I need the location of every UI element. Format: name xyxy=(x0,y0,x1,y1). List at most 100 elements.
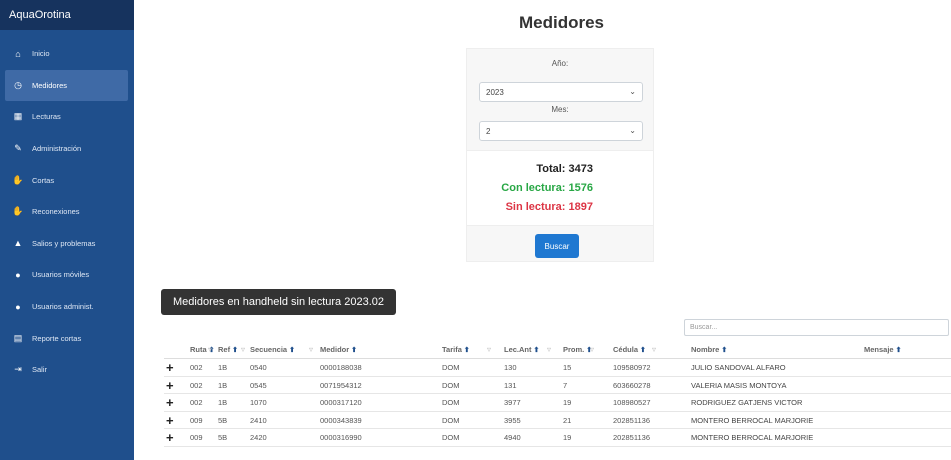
filter-icon[interactable]: ▿ xyxy=(309,341,313,358)
column-header[interactable]: Prom. ⬆ xyxy=(563,341,592,359)
column-header[interactable]: Secuencia ⬆ xyxy=(250,341,295,359)
column-header-label: Ruta xyxy=(190,345,207,354)
month-label: Mes: xyxy=(551,105,569,114)
column-header-label: Lec.Ant xyxy=(504,345,532,354)
sidebar-item-cortas[interactable]: ✋ Cortas xyxy=(0,164,134,196)
month-select[interactable]: 2 ⌄ xyxy=(479,121,643,141)
sidebar-item-reconexiones[interactable]: ✋ Reconexiones xyxy=(0,196,134,228)
expand-row-icon[interactable]: + xyxy=(166,359,174,376)
pencil-icon: ✎ xyxy=(14,143,22,154)
column-header[interactable]: Tarifa ⬆ xyxy=(442,341,470,359)
table-row: +002 1B 0545 0071954312 DOM 131 7 603660278 VALE… xyxy=(164,377,951,395)
column-header[interactable]: Nombre ⬆ xyxy=(691,341,727,359)
table-cell-prom: 21 xyxy=(563,415,572,425)
table-cell-secuencia: 2410 xyxy=(250,415,267,425)
column-header[interactable]: Cédula ⬆ xyxy=(613,341,646,359)
column-header[interactable]: Ref ⬆ xyxy=(218,341,238,359)
user-icon: ● xyxy=(15,269,21,280)
column-header[interactable]: Mensaje ⬆ xyxy=(864,341,901,359)
sidebar-item-label: Medidores xyxy=(32,80,68,90)
table-cell-nombre: MONTERO BERROCAL MARJORIE xyxy=(691,415,814,425)
table-cell-secuencia: 1070 xyxy=(250,398,267,408)
column-header[interactable]: Medidor ⬆ xyxy=(320,341,357,359)
table-cell-cdula: 109580972 xyxy=(613,363,651,372)
filter-icon[interactable]: ▿ xyxy=(590,341,594,358)
month-select-value: 2 xyxy=(486,127,491,136)
brand-title[interactable]: AquaOrotina xyxy=(0,0,134,30)
filter-icon[interactable]: ▿ xyxy=(241,341,245,358)
table-cell-tarifa: DOM xyxy=(442,415,460,425)
table-cell-medidor: 0000343839 xyxy=(320,415,362,425)
table-row: +009 5B 2420 0000316990 DOM 4940 19 202851136 MO… xyxy=(164,429,951,447)
table-cell-cdula: 108980527 xyxy=(613,398,651,408)
year-select[interactable]: 2023 ⌄ xyxy=(479,82,643,102)
table-cell-medidor: 0000317120 xyxy=(320,398,362,408)
table-cell-cdula: 202851136 xyxy=(613,433,650,443)
table-cell-ruta: 002 xyxy=(190,380,203,390)
sort-arrow-icon[interactable]: ⬆ xyxy=(640,347,646,354)
column-header-label: Secuencia xyxy=(250,345,288,354)
table-cell-ref: 1B xyxy=(218,380,228,390)
sort-arrow-icon[interactable]: ⬆ xyxy=(351,347,357,354)
table-search-input[interactable] xyxy=(684,319,949,336)
table-cell-ruta: 009 xyxy=(190,415,203,425)
sidebar-item-reporte-cortas[interactable]: ▤ Reporte cortas xyxy=(0,322,134,354)
sidebar-item-inicio[interactable]: ⌂ Inicio xyxy=(0,38,134,70)
table-cell-secuencia: 0540 xyxy=(250,363,267,372)
expand-row-icon[interactable]: + xyxy=(166,394,174,411)
sort-arrow-icon[interactable]: ⬆ xyxy=(232,347,238,354)
table-cell-medidor: 0000316990 xyxy=(320,433,362,443)
sidebar-item-administración[interactable]: ✎ Administración xyxy=(0,133,134,165)
column-header-label: Ref xyxy=(218,345,231,354)
sidebar-item-label: Lecturas xyxy=(32,112,61,122)
meters-table: Ruta ⬆ ▿ Ref ⬆ ▿ Secuencia ⬆ ▿ Medidor ⬆ Tarifa ⬆ ▿ Le… xyxy=(164,341,951,447)
chevron-down-icon: ⌄ xyxy=(629,87,636,96)
filter-icon[interactable]: ▿ xyxy=(547,341,551,358)
year-label: Año: xyxy=(551,59,569,68)
sidebar-item-label: Reporte cortas xyxy=(32,333,82,343)
thumbs-up-icon: ✋ xyxy=(12,206,24,217)
sidebar-item-usuarios-móviles[interactable]: ● Usuarios móviles xyxy=(0,259,134,291)
sort-arrow-icon[interactable]: ⬆ xyxy=(289,347,295,354)
table-cell-secuencia: 0545 xyxy=(250,380,267,390)
sort-arrow-icon[interactable]: ⬆ xyxy=(464,347,470,354)
search-button[interactable]: Buscar xyxy=(535,234,579,258)
filter-icon[interactable]: ▿ xyxy=(652,341,656,358)
sidebar-item-salir[interactable]: ⇥ Salir xyxy=(0,354,134,386)
year-select-value: 2023 xyxy=(486,88,504,97)
table-cell-ref: 1B xyxy=(218,398,228,408)
sort-arrow-icon[interactable]: ⬆ xyxy=(721,347,727,354)
table-row: +002 1B 0540 0000188038 DOM 130 15 109580972 JUL… xyxy=(164,359,951,377)
calculator-icon: ▦ xyxy=(13,111,23,122)
filter-icon[interactable]: ▿ xyxy=(208,341,212,358)
home-icon: ⌂ xyxy=(15,48,21,59)
totals-panel: Total: 3473 Con lectura: 1576 Sin lectur… xyxy=(467,150,653,226)
sort-arrow-icon[interactable]: ⬆ xyxy=(896,347,902,354)
sidebar-item-usuarios-administ[interactable]: ● Usuarios administ. xyxy=(0,291,134,323)
sort-arrow-icon[interactable]: ⬆ xyxy=(534,347,540,354)
table-cell-tarifa: DOM xyxy=(442,363,460,372)
column-header[interactable]: Lec.Ant ⬆ xyxy=(504,341,539,359)
table-cell-secuencia: 2420 xyxy=(250,433,267,443)
table-cell-lecant: 4940 xyxy=(504,433,521,443)
report-icon: ▤ xyxy=(13,332,23,343)
total-count: Total: 3473 xyxy=(536,163,593,175)
table-cell-ref: 5B xyxy=(218,415,228,425)
table-cell-ruta: 009 xyxy=(190,433,203,443)
sidebar-item-lecturas[interactable]: ▦ Lecturas xyxy=(0,101,134,133)
column-header-label: Prom. xyxy=(563,345,585,354)
clock-icon: ◷ xyxy=(14,79,22,90)
expand-row-icon[interactable]: + xyxy=(166,429,174,446)
chevron-down-icon: ⌄ xyxy=(629,126,636,135)
filter-icon[interactable]: ▿ xyxy=(487,341,491,358)
table-cell-tarifa: DOM xyxy=(442,433,460,443)
column-header-label: Nombre xyxy=(691,345,720,354)
sidebar-item-label: Salios y problemas xyxy=(32,238,96,248)
sidebar-item-label: Salir xyxy=(32,365,48,375)
column-header-label: Medidor xyxy=(320,345,350,354)
sidebar-item-salios-y-problemas[interactable]: ▲ Salios y problemas xyxy=(0,228,134,260)
sidebar-item-medidores[interactable]: ◷ Medidores xyxy=(5,69,128,102)
table-cell-prom: 19 xyxy=(563,398,572,408)
expand-row-icon[interactable]: + xyxy=(166,377,174,394)
expand-row-icon[interactable]: + xyxy=(166,412,174,429)
